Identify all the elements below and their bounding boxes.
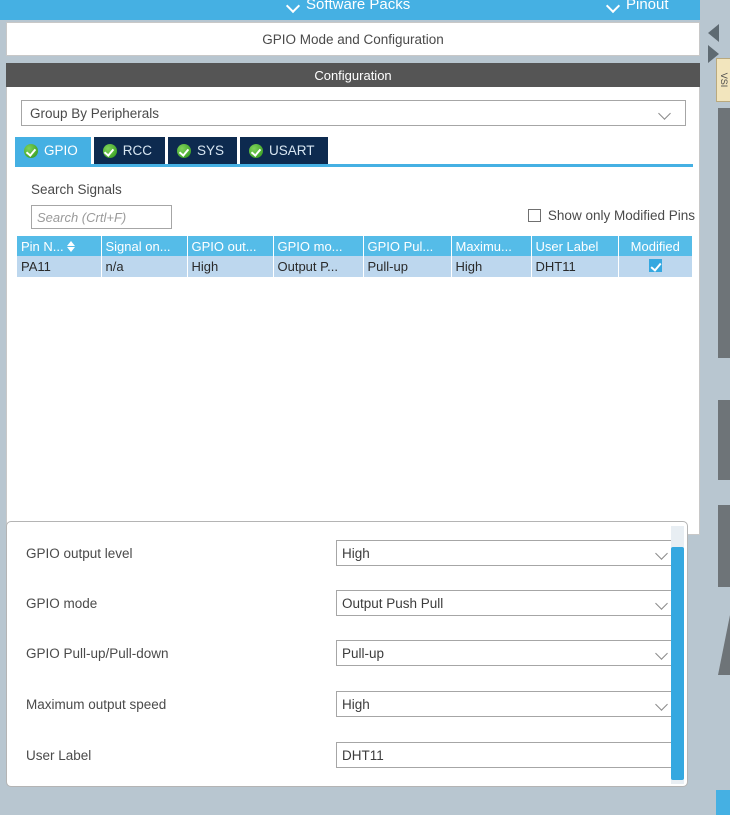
property-panel-scrollbar-thumb[interactable] <box>671 547 684 780</box>
section-header-label: Configuration <box>314 67 392 83</box>
check-circle-icon <box>24 143 38 158</box>
edge-decoration-block <box>718 505 730 587</box>
tab-gpio[interactable]: GPIO <box>15 137 91 164</box>
property-value-user-label: DHT11 <box>342 747 384 763</box>
property-label-gpio-pull: GPIO Pull-up/Pull-down <box>26 645 169 661</box>
property-label-gpio-output-level: GPIO output level <box>26 545 133 561</box>
tab-usart[interactable]: USART <box>240 137 328 164</box>
property-value-gpio-pull: Pull-up <box>342 645 385 661</box>
property-label-maximum-output-speed: Maximum output speed <box>26 696 167 712</box>
group-by-dropdown[interactable]: Group By Peripherals <box>21 100 686 126</box>
cell-pin-name: PA11 <box>17 256 102 277</box>
tab-gpio-label: GPIO <box>44 143 78 158</box>
cell-signal-on-pin: n/a <box>101 256 188 277</box>
column-header-modified[interactable]: Modified <box>618 236 692 256</box>
menu-item-pinout[interactable]: Pinout <box>608 0 669 13</box>
collapse-left-arrow-icon[interactable] <box>708 24 719 42</box>
chevron-down-icon <box>656 599 670 608</box>
chevron-down-icon <box>656 549 670 558</box>
tab-rcc-label: RCC <box>122 143 153 158</box>
property-dropdown-gpio-pull[interactable]: Pull-up <box>336 640 680 666</box>
cell-maximum-speed: High <box>451 256 532 277</box>
top-menu-bar: Software Packs Pinout <box>0 0 730 20</box>
column-header-pin-name-label: Pin N... <box>21 238 64 254</box>
column-header-gpio-pull[interactable]: GPIO Pul... <box>363 236 452 256</box>
check-circle-icon <box>102 143 117 158</box>
check-circle-icon <box>249 143 264 158</box>
property-row-user-label: User Label DHT11 <box>7 742 687 768</box>
property-dropdown-gpio-mode[interactable]: Output Push Pull <box>336 590 680 616</box>
menu-item-software-packs-label: Software Packs <box>306 0 411 13</box>
edge-decoration-block <box>718 108 730 358</box>
property-value-gpio-mode: Output Push Pull <box>342 595 444 611</box>
edge-decoration-triangle <box>718 615 730 675</box>
cell-user-label: DHT11 <box>531 256 619 277</box>
column-header-maximum-speed[interactable]: Maximu... <box>451 236 532 256</box>
pin-property-panel: GPIO output level High GPIO mode Output … <box>6 521 688 787</box>
show-only-modified-pins-checkbox[interactable]: Show only Modified Pins <box>527 208 695 223</box>
column-header-pin-name[interactable]: Pin N... <box>17 236 102 256</box>
panel-title: GPIO Mode and Configuration <box>6 22 700 56</box>
chevron-down-icon <box>288 1 299 8</box>
edge-decoration-block <box>718 400 730 480</box>
peripheral-tabs: GPIO RCC SYS USART <box>15 137 331 164</box>
property-label-gpio-mode: GPIO mode <box>26 595 98 611</box>
property-input-user-label[interactable]: DHT11 <box>336 742 680 768</box>
search-input[interactable] <box>31 205 172 229</box>
group-by-dropdown-value: Group By Peripherals <box>30 105 160 121</box>
property-value-gpio-output-level: High <box>342 545 370 561</box>
cell-gpio-pull: Pull-up <box>363 256 452 277</box>
cell-gpio-output-level: High <box>187 256 274 277</box>
property-dropdown-gpio-output-level[interactable]: High <box>336 540 680 566</box>
menu-item-pinout-label: Pinout <box>626 0 669 13</box>
checkbox-checked-icon <box>648 258 662 272</box>
gpio-configuration-screen: Software Packs Pinout GPIO Mode and Conf… <box>0 0 730 815</box>
menu-item-software-packs[interactable]: Software Packs <box>288 0 410 13</box>
tab-usart-label: USART <box>269 143 315 158</box>
vertical-side-tab[interactable]: VSI <box>716 58 730 102</box>
tab-underline <box>15 164 693 167</box>
property-row-gpio-mode: GPIO mode Output Push Pull <box>7 590 687 616</box>
table-row[interactable]: PA11 n/a High Output P... Pull-up High D… <box>17 256 692 277</box>
chevron-down-icon <box>608 1 619 8</box>
show-only-modified-pins-label: Show only Modified Pins <box>547 208 695 223</box>
table-header-row: Pin N... Signal on... GPIO out... GPIO m… <box>17 236 692 256</box>
property-row-gpio-pull: GPIO Pull-up/Pull-down Pull-up <box>7 640 687 666</box>
column-header-gpio-mode[interactable]: GPIO mo... <box>273 236 364 256</box>
column-header-gpio-output-level[interactable]: GPIO out... <box>187 236 274 256</box>
chevron-down-icon <box>656 700 670 709</box>
column-header-user-label[interactable]: User Label <box>531 236 619 256</box>
cell-gpio-mode: Output P... <box>273 256 364 277</box>
tab-sys[interactable]: SYS <box>168 137 238 164</box>
column-header-signal-on-pin[interactable]: Signal on... <box>101 236 188 256</box>
chevron-down-icon <box>659 109 673 118</box>
configuration-body: Group By Peripherals GPIO RCC SYS USART … <box>6 87 700 535</box>
check-circle-icon <box>177 143 192 158</box>
property-row-gpio-output-level: GPIO output level High <box>7 540 687 566</box>
chevron-down-icon <box>656 649 670 658</box>
edge-accent-bar <box>716 790 730 815</box>
pin-table: Pin N... Signal on... GPIO out... GPIO m… <box>17 236 692 277</box>
section-header: Configuration <box>6 63 700 87</box>
panel-title-label: GPIO Mode and Configuration <box>262 31 444 47</box>
search-signals-label: Search Signals <box>31 182 122 197</box>
sort-arrow-icon[interactable] <box>66 240 76 253</box>
tab-sys-label: SYS <box>197 143 225 158</box>
property-label-user-label: User Label <box>26 747 92 763</box>
cell-modified[interactable] <box>618 256 692 277</box>
checkbox-icon <box>527 209 541 222</box>
vertical-side-tab-label: VSI <box>718 72 729 88</box>
property-dropdown-maximum-output-speed[interactable]: High <box>336 691 680 717</box>
property-value-maximum-output-speed: High <box>342 696 370 712</box>
tab-rcc[interactable]: RCC <box>93 137 166 164</box>
property-row-maximum-output-speed: Maximum output speed High <box>7 691 687 717</box>
